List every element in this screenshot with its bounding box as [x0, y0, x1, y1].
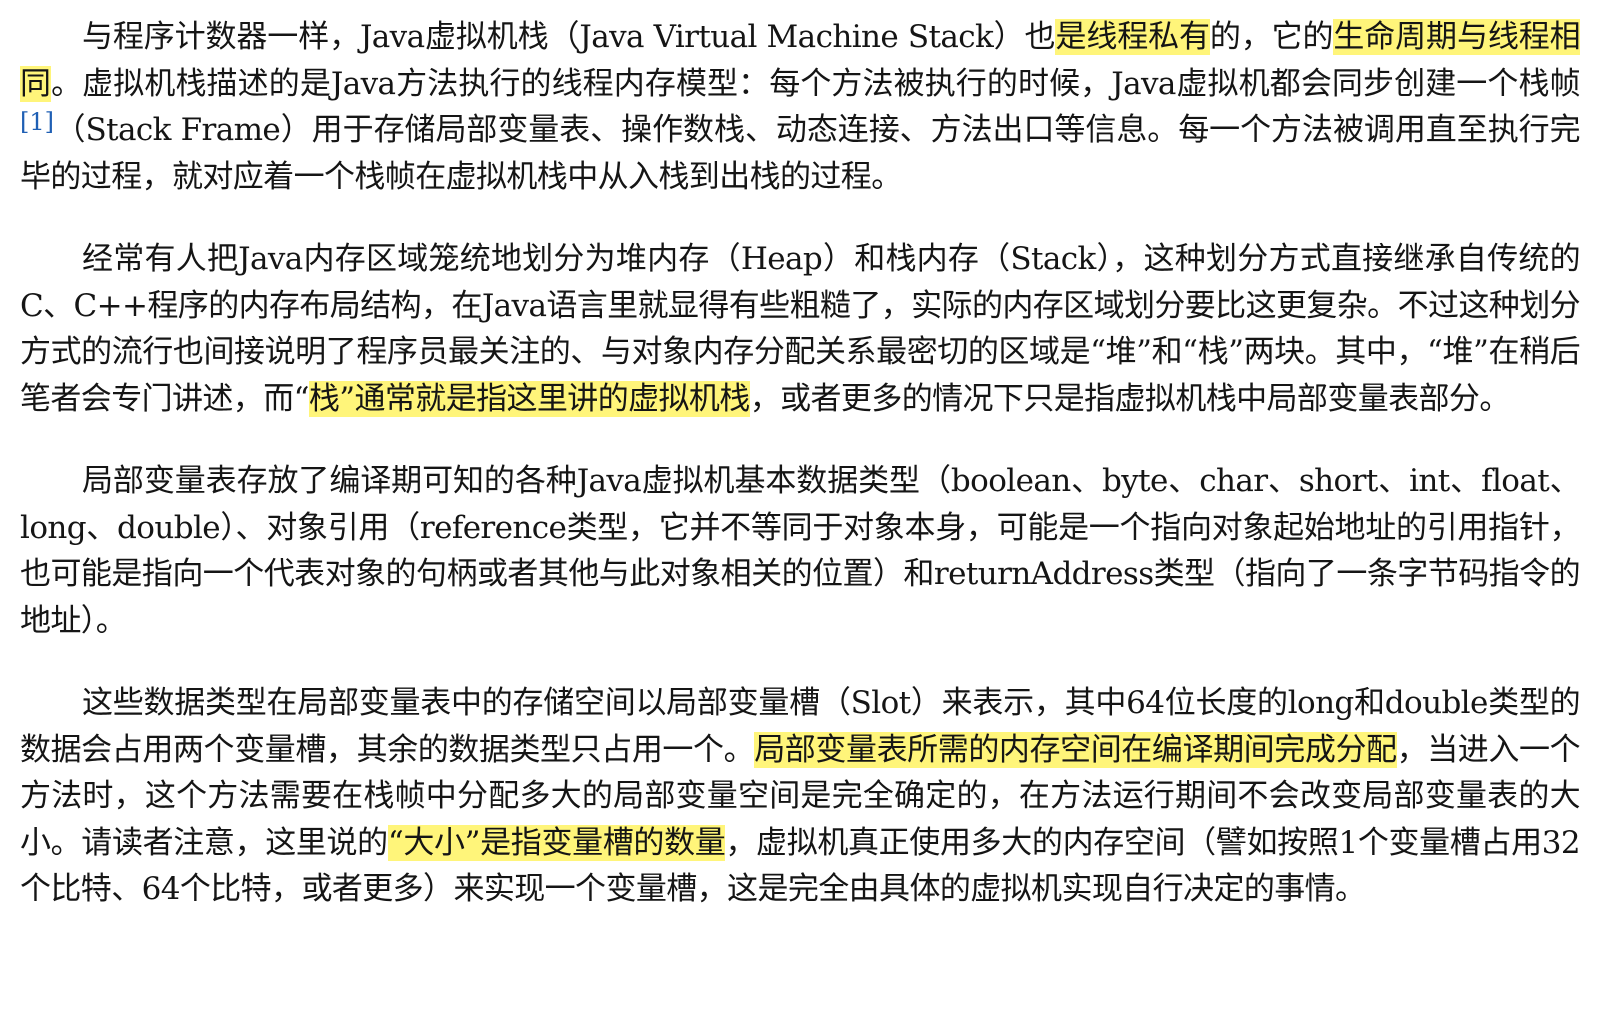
- text-segment: 。虚拟机栈描述的是Java方法执行的线程内存模型：每个方法被执行的时候，Java…: [51, 65, 1580, 102]
- paragraph-variable-slot: 这些数据类型在局部变量表中的存储空间以局部变量槽（Slot）来表示，其中64位长…: [20, 680, 1581, 913]
- paragraph-local-variable-table: 局部变量表存放了编译期可知的各种Java虚拟机基本数据类型（boolean、by…: [20, 458, 1581, 644]
- text-segment: 局部变量表存放了编译期可知的各种Java虚拟机基本数据类型（boolean、by…: [20, 463, 1581, 639]
- text-segment: ，或者更多的情况下只是指虚拟机栈中局部变量表部分。: [749, 380, 1511, 417]
- highlighted-text: 是线程私有: [1055, 19, 1210, 55]
- document-page: 与程序计数器一样，Java虚拟机栈（Java Virtual Machine S…: [0, 0, 1602, 1030]
- text-segment: 的，它的: [1209, 19, 1334, 55]
- footnote-link[interactable]: [1]: [20, 108, 54, 136]
- highlighted-text: “大小”是指变量槽的数量: [387, 824, 726, 861]
- paragraph-java-vm-stack: 与程序计数器一样，Java虚拟机栈（Java Virtual Machine S…: [20, 14, 1581, 200]
- text-segment: 与程序计数器一样，Java虚拟机栈（Java Virtual Machine S…: [82, 19, 1056, 55]
- highlighted-text: 局部变量表所需的内存空间在编译期间完成分配: [754, 731, 1397, 768]
- highlighted-text: 栈”通常就是指这里讲的虚拟机栈: [308, 380, 750, 417]
- text-segment: （Stack Frame）用于存储局部变量表、操作数栈、动态连接、方法出口等信息…: [20, 112, 1581, 195]
- paragraph-heap-and-stack: 经常有人把Java内存区域笼统地划分为堆内存（Heap）和栈内存（Stack），…: [20, 236, 1581, 422]
